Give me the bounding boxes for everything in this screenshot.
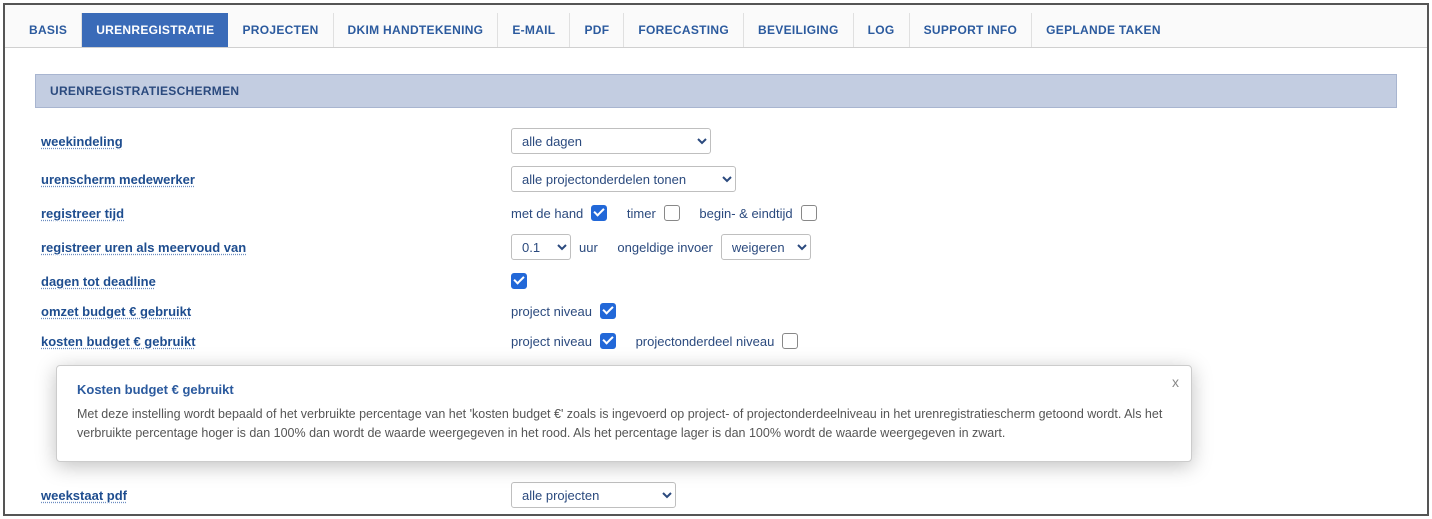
tab-bar: BASIS URENREGISTRATIE PROJECTEN DKIM HAN…	[5, 5, 1427, 48]
text-ongeldige-invoer: ongeldige invoer	[617, 240, 712, 255]
label-omzet-budget[interactable]: omzet budget € gebruikt	[41, 304, 511, 319]
tab-projecten[interactable]: PROJECTEN	[228, 13, 333, 47]
row-registreer-tijd: registreer tijd met de hand timer begin-…	[35, 198, 1397, 228]
tooltip-title: Kosten budget € gebruikt	[77, 382, 1171, 397]
text-omzet-project-niveau: project niveau	[511, 304, 592, 319]
select-urenscherm-medewerker[interactable]: alle projectonderdelen tonen	[511, 166, 736, 192]
section-header: URENREGISTRATIESCHERMEN	[35, 74, 1397, 108]
text-kosten-projectonderdeel-niveau: projectonderdeel niveau	[636, 334, 775, 349]
tab-geplande-taken[interactable]: GEPLANDE TAKEN	[1032, 13, 1175, 47]
label-registreer-tijd[interactable]: registreer tijd	[41, 206, 511, 221]
row-kosten-budget: kosten budget € gebruikt project niveau …	[35, 326, 1397, 356]
text-begin-eindtijd: begin- & eindtijd	[699, 206, 792, 221]
row-weekstaat-pdf: weekstaat pdf alle projecten	[35, 476, 1397, 514]
checkbox-timer[interactable]	[664, 205, 680, 221]
checkbox-omzet-project-niveau[interactable]	[600, 303, 616, 319]
tooltip-popup: x Kosten budget € gebruikt Met deze inst…	[56, 365, 1192, 462]
tab-support-info[interactable]: SUPPORT INFO	[910, 13, 1033, 47]
checkbox-begin-eindtijd[interactable]	[801, 205, 817, 221]
row-registreer-uren-meervoud: registreer uren als meervoud van 0.1 uur…	[35, 228, 1397, 266]
label-weekstaat-pdf[interactable]: weekstaat pdf	[41, 488, 511, 503]
checkbox-dagen-tot-deadline[interactable]	[511, 273, 527, 289]
tab-basis[interactable]: BASIS	[15, 13, 82, 47]
select-ongeldige-invoer[interactable]: weigeren	[721, 234, 811, 260]
checkbox-kosten-projectonderdeel-niveau[interactable]	[782, 333, 798, 349]
tab-beveiliging[interactable]: BEVEILIGING	[744, 13, 854, 47]
label-urenscherm-medewerker[interactable]: urenscherm medewerker	[41, 172, 511, 187]
text-met-de-hand: met de hand	[511, 206, 583, 221]
tab-log[interactable]: LOG	[854, 13, 910, 47]
tab-urenregistratie[interactable]: URENREGISTRATIE	[82, 13, 228, 47]
checkbox-kosten-project-niveau[interactable]	[600, 333, 616, 349]
tab-pdf[interactable]: PDF	[570, 13, 624, 47]
label-registreer-uren-meervoud[interactable]: registreer uren als meervoud van	[41, 240, 511, 255]
text-uur: uur	[579, 240, 598, 255]
row-dagen-tot-deadline: dagen tot deadline	[35, 266, 1397, 296]
app-frame: BASIS URENREGISTRATIE PROJECTEN DKIM HAN…	[3, 3, 1429, 516]
select-weekstaat-pdf[interactable]: alle projecten	[511, 482, 676, 508]
row-weekindeling: weekindeling alle dagen	[35, 122, 1397, 160]
label-dagen-tot-deadline[interactable]: dagen tot deadline	[41, 274, 511, 289]
row-omzet-budget: omzet budget € gebruikt project niveau	[35, 296, 1397, 326]
label-kosten-budget[interactable]: kosten budget € gebruikt	[41, 334, 511, 349]
row-urenscherm-medewerker: urenscherm medewerker alle projectonderd…	[35, 160, 1397, 198]
select-weekindeling[interactable]: alle dagen	[511, 128, 711, 154]
tab-forecasting[interactable]: FORECASTING	[624, 13, 744, 47]
close-icon[interactable]: x	[1172, 374, 1179, 390]
tab-dkim-handtekening[interactable]: DKIM HANDTEKENING	[334, 13, 499, 47]
text-timer: timer	[627, 206, 656, 221]
label-weekindeling[interactable]: weekindeling	[41, 134, 511, 149]
tooltip-body: Met deze instelling wordt bepaald of het…	[77, 405, 1171, 443]
text-kosten-project-niveau: project niveau	[511, 334, 592, 349]
tab-email[interactable]: E-MAIL	[498, 13, 570, 47]
select-meervoud-value[interactable]: 0.1	[511, 234, 571, 260]
checkbox-met-de-hand[interactable]	[591, 205, 607, 221]
